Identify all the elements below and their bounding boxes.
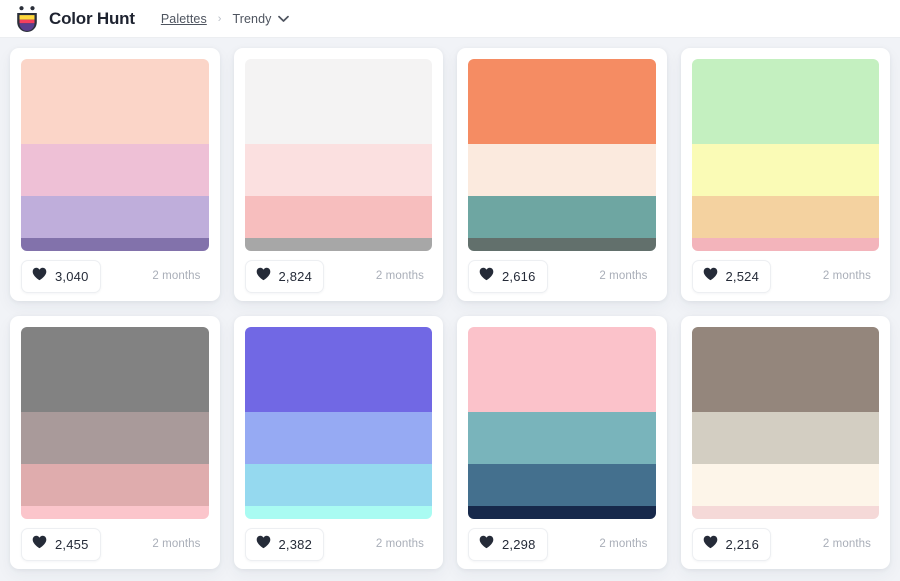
palette-swatch[interactable] [244, 464, 432, 506]
palette-swatch-stack [691, 327, 879, 519]
palette-card-footer: 2,616 2 months [468, 251, 656, 301]
like-button[interactable]: 2,455 [21, 527, 101, 561]
palette-card[interactable]: 2,824 2 months [233, 48, 443, 301]
heart-icon [256, 267, 271, 286]
palette-swatch-stack [21, 59, 209, 251]
palette-card-footer: 3,040 2 months [21, 251, 209, 301]
palette-timestamp: 2 months [822, 538, 871, 550]
palette-swatch[interactable] [691, 412, 879, 464]
like-button[interactable]: 2,382 [244, 527, 325, 561]
like-button[interactable]: 2,216 [691, 527, 772, 561]
palette-swatch[interactable] [21, 196, 209, 238]
palette-timestamp: 2 months [152, 270, 201, 282]
palette-swatch[interactable] [244, 506, 432, 519]
palette-swatch[interactable] [244, 327, 432, 412]
like-count: 2,524 [725, 268, 760, 284]
heart-icon [479, 267, 494, 286]
palette-swatch[interactable] [244, 238, 432, 251]
palette-timestamp: 2 months [375, 538, 424, 550]
like-count: 2,382 [278, 536, 313, 552]
like-button[interactable]: 3,040 [21, 259, 101, 293]
heart-icon [703, 535, 718, 554]
breadcrumb-palettes-link[interactable]: Palettes [161, 12, 207, 26]
palette-swatch[interactable] [468, 412, 656, 464]
palette-grid: 3,040 2 months 2,824 2 months 2,616 2 months 2… [0, 38, 900, 569]
palette-swatch[interactable] [468, 327, 656, 412]
palette-swatch[interactable] [691, 238, 879, 251]
like-count: 2,616 [502, 268, 536, 284]
palette-swatch[interactable] [691, 327, 879, 412]
palette-swatch[interactable] [244, 144, 432, 196]
palette-swatch[interactable] [21, 464, 209, 506]
palette-swatch[interactable] [21, 506, 209, 519]
heart-icon [256, 535, 271, 554]
palette-swatch[interactable] [691, 196, 879, 238]
palette-swatch[interactable] [244, 412, 432, 464]
palette-swatch[interactable] [21, 412, 209, 464]
heart-icon [32, 535, 47, 554]
like-button[interactable]: 2,824 [244, 259, 325, 293]
palette-swatch[interactable] [244, 59, 432, 144]
palette-swatch[interactable] [468, 238, 656, 251]
palette-swatch[interactable] [468, 506, 656, 519]
like-count: 2,455 [55, 536, 89, 552]
heart-icon [479, 535, 494, 554]
palette-swatch[interactable] [691, 59, 879, 144]
like-count: 2,298 [502, 536, 536, 552]
top-header: Color Hunt Palettes › Trendy [0, 0, 900, 38]
palette-swatch-stack [244, 327, 432, 519]
breadcrumb-separator-icon: › [217, 12, 222, 25]
palette-timestamp: 2 months [822, 270, 871, 282]
palette-swatch-stack [244, 59, 432, 251]
palette-swatch-stack [468, 327, 656, 519]
palette-swatch[interactable] [468, 464, 656, 506]
palette-swatch[interactable] [21, 327, 209, 412]
like-button[interactable]: 2,616 [468, 259, 548, 293]
palette-swatch[interactable] [21, 59, 209, 144]
palette-card[interactable]: 2,382 2 months [233, 316, 443, 569]
like-count: 3,040 [55, 268, 89, 284]
palette-swatch[interactable] [21, 238, 209, 251]
like-button[interactable]: 2,524 [691, 259, 772, 293]
palette-card[interactable]: 2,616 2 months [457, 48, 667, 301]
category-dropdown-label: Trendy [232, 11, 272, 26]
category-dropdown[interactable]: Trendy [232, 10, 289, 28]
palette-card-footer: 2,524 2 months [691, 251, 880, 301]
palette-swatch[interactable] [468, 144, 656, 196]
palette-card[interactable]: 2,524 2 months [680, 48, 890, 301]
like-button[interactable]: 2,298 [468, 527, 548, 561]
palette-timestamp: 2 months [375, 270, 424, 282]
palette-timestamp: 2 months [599, 538, 648, 550]
like-count: 2,216 [725, 536, 760, 552]
palette-card[interactable]: 2,216 2 months [680, 316, 890, 569]
palette-card[interactable]: 3,040 2 months [10, 48, 220, 301]
chevron-down-icon [277, 10, 289, 28]
palette-timestamp: 2 months [152, 538, 201, 550]
heart-icon [703, 267, 718, 286]
palette-swatch[interactable] [691, 506, 879, 519]
colorhunt-logo-icon[interactable] [14, 5, 40, 33]
palette-swatch-stack [21, 327, 209, 519]
palette-swatch[interactable] [468, 196, 656, 238]
palette-card-footer: 2,455 2 months [21, 519, 209, 569]
palette-card-footer: 2,824 2 months [244, 251, 433, 301]
palette-timestamp: 2 months [599, 270, 648, 282]
palette-card-footer: 2,298 2 months [468, 519, 656, 569]
palette-card-footer: 2,216 2 months [691, 519, 880, 569]
palette-swatch[interactable] [468, 59, 656, 144]
palette-swatch[interactable] [244, 196, 432, 238]
heart-icon [32, 267, 47, 286]
palette-swatch[interactable] [691, 144, 879, 196]
palette-card-footer: 2,382 2 months [244, 519, 433, 569]
palette-card[interactable]: 2,455 2 months [10, 316, 220, 569]
like-count: 2,824 [278, 268, 313, 284]
palette-swatch[interactable] [691, 464, 879, 506]
palette-swatch-stack [691, 59, 879, 251]
palette-swatch[interactable] [21, 144, 209, 196]
palette-swatch-stack [468, 59, 656, 251]
palette-card[interactable]: 2,298 2 months [457, 316, 667, 569]
brand-title[interactable]: Color Hunt [49, 9, 135, 29]
